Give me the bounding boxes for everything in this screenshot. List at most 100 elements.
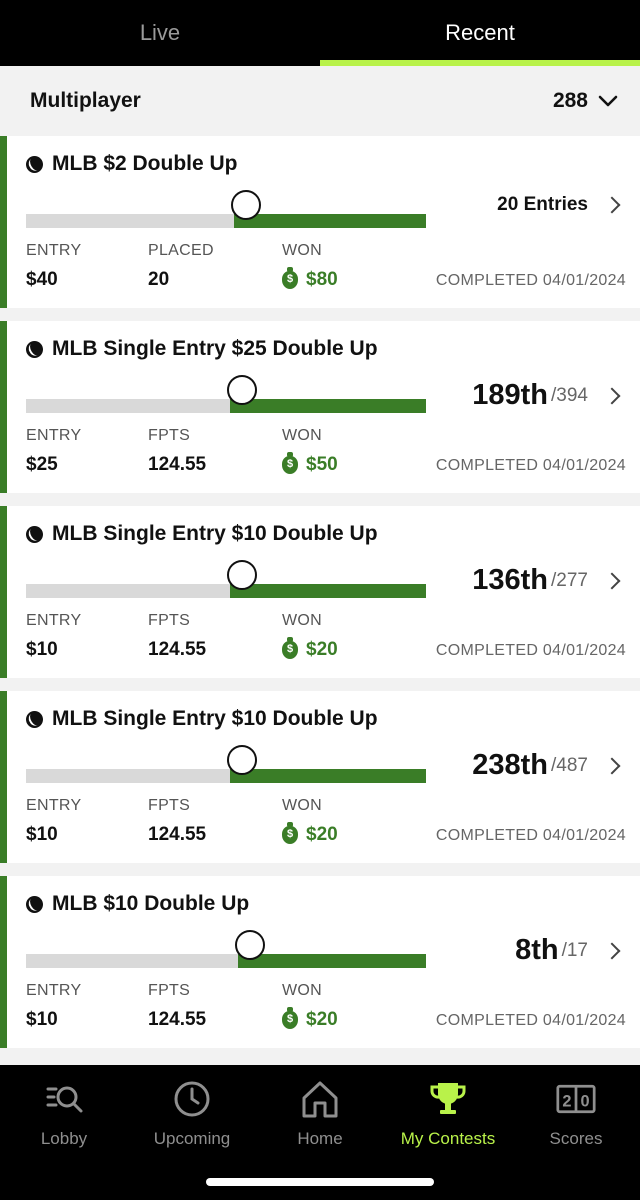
stat-label: WON: [282, 427, 323, 444]
scoreboard-icon: 20: [556, 1079, 596, 1119]
money-bag-symbol: $: [286, 1013, 294, 1025]
progress-knob: [235, 930, 265, 960]
contest-title: MLB $10 Double Up: [52, 892, 250, 915]
stat-won: WON $ $20: [282, 797, 338, 846]
contest-title-row: MLB Single Entry $10 Double Up: [26, 522, 378, 546]
chevron-down-icon: [598, 95, 618, 107]
completed-date: COMPLETED 04/01/2024: [435, 827, 626, 844]
baseball-icon: [26, 155, 43, 173]
trophy-icon: [428, 1079, 468, 1119]
nav-scores[interactable]: 20 Scores: [512, 1065, 640, 1200]
home-indicator: [206, 1178, 434, 1186]
nav-scores-label: Scores: [549, 1129, 603, 1148]
progress-knob: [227, 375, 257, 405]
progress-knob: [231, 190, 261, 220]
stat-entry: ENTRY $10: [26, 797, 81, 846]
stat-label: WON: [282, 242, 323, 259]
chevron-right-icon: [603, 572, 621, 589]
stat-value: 124.55: [148, 1009, 207, 1030]
progress-bar: [26, 930, 426, 968]
progress-fill: [230, 584, 426, 598]
stat-entry: ENTRY $10: [26, 982, 81, 1031]
nav-lobby[interactable]: Lobby: [0, 1065, 128, 1200]
completed-date: COMPLETED 04/01/2024: [435, 1012, 626, 1029]
section-header: Multiplayer 288: [0, 66, 640, 136]
stat-label: ENTRY: [26, 242, 82, 259]
section-count-dropdown[interactable]: 288: [553, 89, 618, 113]
rank-position: 8th: [515, 934, 559, 966]
stat-value: 124.55: [148, 454, 207, 475]
stat-label: WON: [282, 797, 323, 814]
money-bag-icon: $: [282, 1007, 298, 1029]
clock-icon: [172, 1079, 212, 1119]
progress-fill: [230, 399, 426, 413]
stat-label: FPTS: [148, 612, 191, 629]
rank-total: /394: [551, 384, 588, 406]
completed-date: COMPLETED 04/01/2024: [435, 457, 626, 474]
section-title: Multiplayer: [30, 89, 141, 112]
progress-bar: [26, 745, 426, 783]
stat-value: $10: [26, 1009, 58, 1030]
rank-position: 189th: [472, 379, 549, 411]
tab-live[interactable]: Live: [0, 0, 320, 66]
progress-knob: [227, 745, 257, 775]
money-bag-icon: $: [282, 637, 298, 659]
won-value-row: $ $20: [282, 1007, 338, 1031]
rank-total: /487: [551, 754, 588, 776]
money-bag-symbol: $: [286, 643, 294, 655]
contest-title-row: MLB Single Entry $25 Double Up: [26, 337, 378, 361]
stat-label: ENTRY: [26, 797, 82, 814]
contest-title: MLB Single Entry $25 Double Up: [52, 337, 378, 360]
contest-title: MLB $2 Double Up: [52, 152, 238, 175]
nav-lobby-label: Lobby: [40, 1129, 88, 1148]
stat-entry: ENTRY $40: [26, 242, 81, 291]
rank-position: 238th: [472, 749, 549, 781]
contest-card[interactable]: MLB $10 Double Up 8th /17 ENTRY $10 FPTS…: [0, 876, 640, 1048]
progress-fill: [230, 769, 426, 783]
stat-value: 124.55: [148, 824, 207, 845]
stat-value: $10: [26, 639, 58, 660]
contest-list: MLB $2 Double Up 20 Entries ENTRY $40 PL…: [0, 136, 640, 1061]
rank-link[interactable]: 189th /394: [472, 379, 621, 412]
chevron-right-icon: [603, 942, 621, 959]
stat-won: WON $ $50: [282, 427, 338, 476]
money-bag-symbol: $: [286, 273, 294, 285]
rank-link[interactable]: 8th /17: [515, 934, 621, 967]
stat-mid: FPTS 124.55: [148, 797, 206, 846]
completed-date: COMPLETED 04/01/2024: [435, 642, 626, 659]
contest-card[interactable]: MLB Single Entry $25 Double Up 189th /39…: [0, 321, 640, 493]
chevron-right-icon: [603, 196, 621, 214]
stat-label: FPTS: [148, 982, 191, 999]
stat-label: PLACED: [148, 242, 214, 259]
baseball-icon: [26, 525, 43, 543]
won-amount: $20: [306, 639, 338, 660]
progress-fill: [234, 214, 426, 228]
rank-link[interactable]: 136th /277: [472, 564, 621, 597]
section-count: 288: [552, 89, 588, 112]
svg-text:2: 2: [562, 1092, 571, 1110]
rank-link[interactable]: 238th /487: [472, 749, 621, 782]
top-tab-bar: Live Recent: [0, 0, 640, 66]
stat-mid: FPTS 124.55: [148, 427, 206, 476]
stat-label: FPTS: [148, 797, 191, 814]
contest-card[interactable]: MLB Single Entry $10 Double Up 136th /27…: [0, 506, 640, 678]
completed-date: COMPLETED 04/01/2024: [435, 272, 626, 289]
contest-card[interactable]: MLB Single Entry $10 Double Up 238th /48…: [0, 691, 640, 863]
money-bag-symbol: $: [286, 828, 294, 840]
money-bag-icon: $: [282, 267, 298, 289]
tab-recent[interactable]: Recent: [320, 0, 640, 66]
stat-value: $10: [26, 824, 58, 845]
stat-won: WON $ $20: [282, 612, 338, 661]
stat-entry: ENTRY $25: [26, 427, 81, 476]
money-bag-symbol: $: [286, 458, 294, 470]
won-amount: $20: [306, 1009, 338, 1030]
rank-position: 136th: [472, 564, 549, 596]
won-value-row: $ $80: [282, 267, 338, 291]
rank-link[interactable]: 20 Entries: [497, 194, 621, 216]
progress-bar: [26, 375, 426, 413]
stat-mid: FPTS 124.55: [148, 982, 206, 1031]
stat-won: WON $ $80: [282, 242, 338, 291]
svg-text:0: 0: [581, 1092, 590, 1110]
won-amount: $50: [306, 454, 338, 475]
contest-card[interactable]: MLB $2 Double Up 20 Entries ENTRY $40 PL…: [0, 136, 640, 308]
